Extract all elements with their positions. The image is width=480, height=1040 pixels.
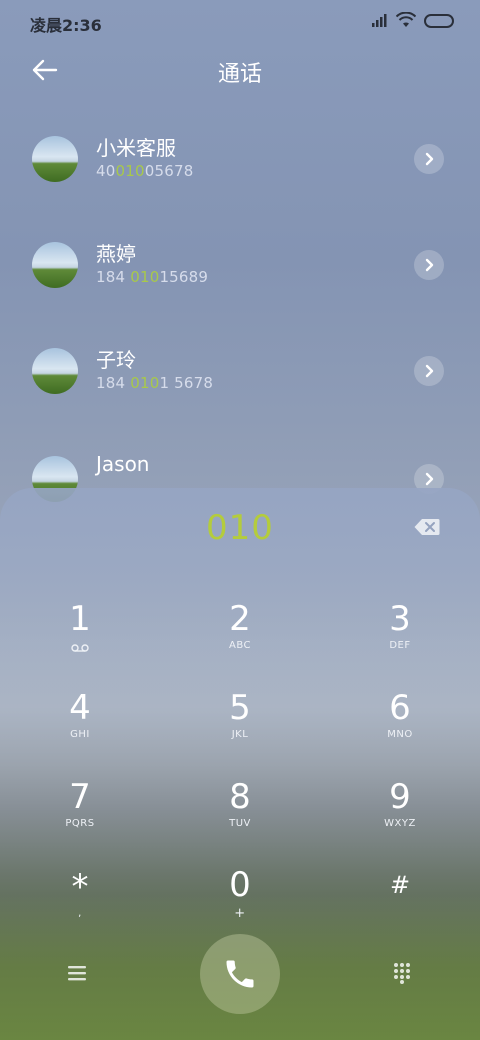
avatar (32, 242, 78, 288)
dial-key-2[interactable]: 2 ABC (180, 600, 300, 670)
contact-name: 燕婷 (96, 242, 136, 266)
contact-row[interactable]: 燕婷 184 01015689 (0, 242, 480, 342)
status-bar: 凌晨2:36 (0, 0, 480, 40)
contact-detail-button[interactable] (414, 144, 444, 174)
dial-key-0[interactable]: 0 + (180, 866, 300, 936)
dial-key-5[interactable]: 5 JKL (180, 689, 300, 759)
backspace-icon[interactable] (414, 518, 440, 536)
wifi-icon (396, 12, 416, 27)
call-button[interactable] (200, 934, 280, 1014)
dial-key-9[interactable]: 9 WXYZ (340, 778, 460, 848)
dial-key-4[interactable]: 4 GHI (20, 689, 140, 759)
contact-number: 184 01015689 (96, 268, 209, 286)
contact-name: Jason (96, 452, 150, 476)
dialpad-grid-icon[interactable] (392, 962, 412, 984)
status-time: 凌晨2:36 (30, 16, 102, 35)
contact-number: 4001005678 (96, 162, 194, 180)
contact-number: 184 0101 5678 (96, 374, 214, 392)
chevron-right-icon (425, 364, 434, 378)
dial-key-star[interactable]: *, (20, 868, 140, 938)
page-title: 通话 (217, 62, 262, 87)
avatar (32, 348, 78, 394)
avatar (32, 136, 78, 182)
dial-key-8[interactable]: 8 TUV (180, 778, 300, 848)
dial-key-hash[interactable]: # (340, 866, 460, 936)
signal-icon (372, 14, 387, 27)
dial-key-3[interactable]: 3 DEF (340, 600, 460, 670)
contact-row[interactable]: 小米客服 4001005678 (0, 136, 480, 236)
contact-row[interactable]: 子玲 184 0101 5678 (0, 348, 480, 448)
chevron-right-icon (425, 258, 434, 272)
dial-key-7[interactable]: 7 PQRS (20, 778, 140, 848)
contact-detail-button[interactable] (414, 356, 444, 386)
dialed-number: 010 (206, 508, 274, 548)
menu-icon[interactable] (66, 964, 88, 982)
voicemail-icon (71, 644, 89, 652)
contact-name: 小米客服 (96, 136, 176, 160)
dial-key-6[interactable]: 6 MNO (340, 689, 460, 759)
chevron-right-icon (425, 152, 434, 166)
contact-name: 子玲 (96, 348, 136, 372)
phone-icon (226, 960, 254, 988)
contact-detail-button[interactable] (414, 250, 444, 280)
battery-icon (424, 14, 454, 28)
dial-key-1[interactable]: 1 (20, 600, 140, 670)
